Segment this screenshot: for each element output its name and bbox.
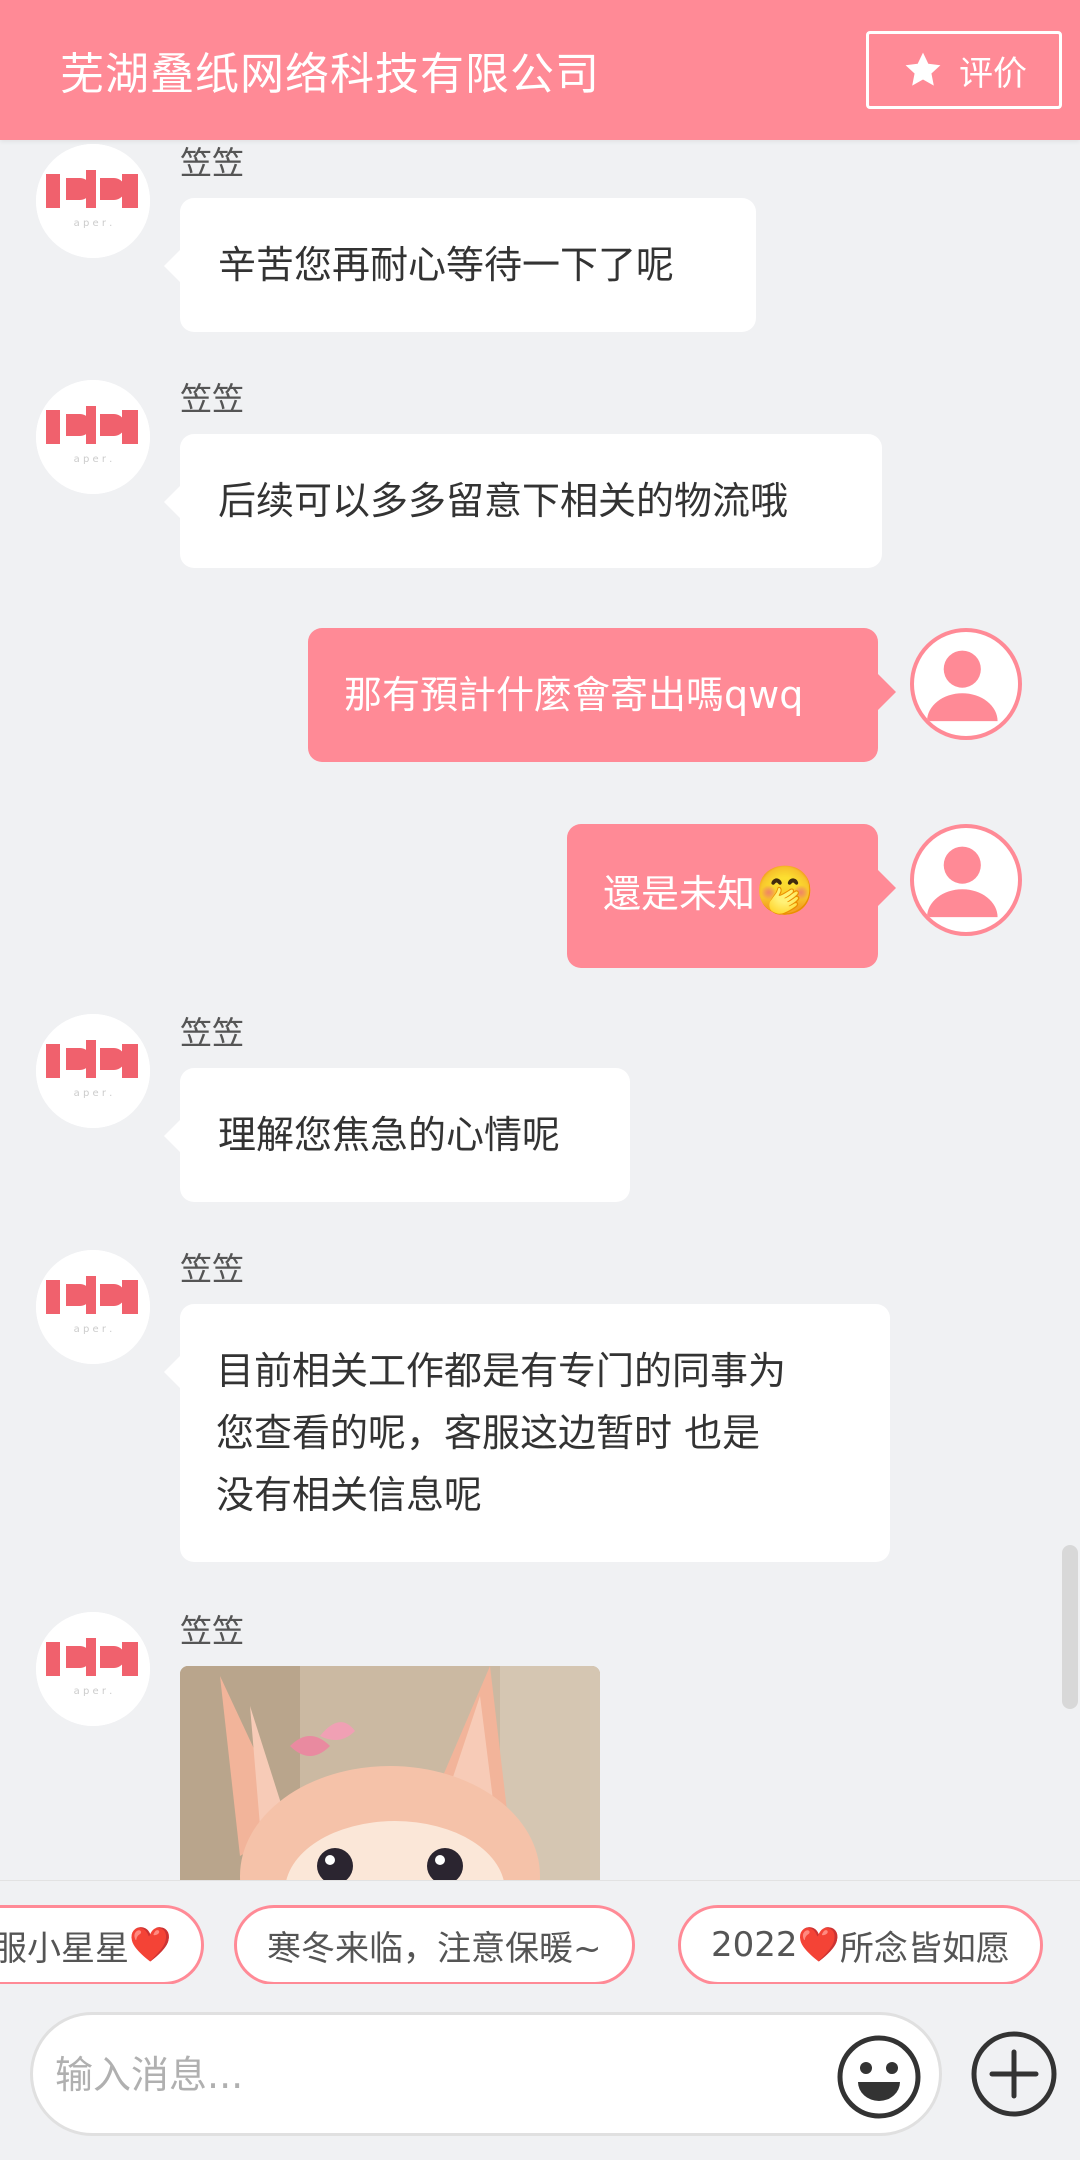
sender-name: 笠笠	[180, 1612, 245, 1650]
incoming-message-bubble[interactable]: 目前相关工作都是有专门的同事为 您查看的呢，客服这边暂时 也是 没有相关信息呢	[164, 1304, 890, 1562]
heart-icon: ❤️	[797, 1925, 840, 1965]
incoming-message-bubble[interactable]: 理解您焦急的心情呢	[164, 1068, 630, 1202]
brand-logo-icon: a p e r .	[36, 1250, 150, 1364]
message-text: 理解您焦急的心情呢	[218, 1113, 561, 1157]
message-text: 那有預計什麼會寄出嗎qwq	[344, 673, 804, 717]
scrollbar-thumb[interactable]	[1062, 1545, 1078, 1709]
svg-text:a p e r .: a p e r .	[74, 1088, 113, 1099]
message-text: 后续可以多多留意下相关的物流哦	[218, 479, 789, 523]
brand-logo-icon: a p e r .	[36, 380, 150, 494]
quick-reply-chip[interactable]: 2022 ❤️ 所念皆如愿	[678, 1905, 1043, 1984]
agent-avatar[interactable]: a p e r .	[36, 380, 150, 494]
plus-circle-icon[interactable]	[970, 2030, 1058, 2118]
sender-name: 笠笠	[180, 380, 245, 418]
message-input[interactable]	[55, 2037, 815, 2113]
chip-text: 服小星星	[0, 1928, 129, 1969]
incoming-message-bubble[interactable]: 后续可以多多留意下相关的物流哦	[164, 434, 882, 568]
svg-text:a p e r .: a p e r .	[74, 218, 113, 229]
chat-header: 芜湖叠纸网络科技有限公司 评价	[0, 0, 1080, 140]
star-icon	[905, 52, 941, 86]
heart-icon: ❤️	[129, 1925, 172, 1965]
user-avatar[interactable]	[910, 628, 1022, 740]
quick-reply-chip[interactable]: 服小星星 ❤️	[0, 1905, 205, 1984]
brand-logo-icon: a p e r .	[36, 1014, 150, 1128]
agent-avatar[interactable]: a p e r .	[36, 1250, 150, 1364]
chip-text: 所念皆如愿	[839, 1928, 1010, 1969]
sender-name: 笠笠	[180, 1014, 245, 1052]
plush-fox-image	[180, 1666, 600, 1880]
brand-logo-icon: a p e r .	[36, 1612, 150, 1726]
svg-text:a p e r .: a p e r .	[74, 1324, 113, 1335]
user-silhouette-icon	[927, 650, 998, 722]
svg-text:a p e r .: a p e r .	[74, 1686, 113, 1697]
outgoing-message-bubble[interactable]: 那有預計什麼會寄出嗎qwq	[308, 628, 896, 762]
company-title: 芜湖叠纸网络科技有限公司	[60, 49, 600, 100]
outgoing-message-bubble[interactable]: 還是未知🤭	[567, 824, 896, 968]
user-silhouette-icon	[927, 846, 998, 918]
message-text: 還是未知	[603, 872, 756, 916]
plush-fox-photo[interactable]	[180, 1666, 600, 1880]
quick-reply-bar[interactable]: 服小星星 ❤️ 寒冬来临，注意保暖~ 2022 ❤️ 所念皆如愿	[0, 1880, 1080, 1984]
chip-prefix: 2022	[711, 1925, 798, 1965]
rate-button[interactable]: 评价	[866, 31, 1062, 109]
svg-text:a p e r .: a p e r .	[74, 454, 113, 465]
agent-avatar[interactable]: a p e r .	[36, 1612, 150, 1726]
sender-name: 笠笠	[180, 1250, 245, 1288]
rate-label: 评价	[959, 53, 1027, 94]
message-input-container[interactable]	[30, 2012, 942, 2136]
sender-name: 笠笠	[180, 144, 245, 182]
quick-reply-chip[interactable]: 寒冬来临，注意保暖~	[234, 1905, 635, 1984]
chip-text: 寒冬来临，注意保暖~	[267, 1928, 602, 1969]
message-text-line: 目前相关工作都是有专门的同事为	[216, 1349, 787, 1393]
agent-avatar[interactable]: a p e r .	[36, 1014, 150, 1128]
message-text-line: 没有相关信息呢	[216, 1473, 483, 1517]
message-list[interactable]: a p e r . 笠笠 辛苦您再耐心等待一下了呢 a p e r . 笠笠 后…	[0, 140, 1080, 1880]
brand-logo-icon: a p e r .	[36, 144, 150, 258]
message-text-line: 您查看的呢，客服这边暂时 也是	[216, 1411, 761, 1455]
message-text: 辛苦您再耐心等待一下了呢	[218, 243, 675, 287]
agent-avatar[interactable]: a p e r .	[36, 144, 150, 258]
smiley-face-icon[interactable]	[836, 2034, 922, 2120]
incoming-message-bubble[interactable]: 辛苦您再耐心等待一下了呢	[164, 198, 756, 332]
message-emoji: 🤭	[755, 863, 815, 919]
user-avatar[interactable]	[910, 824, 1022, 936]
